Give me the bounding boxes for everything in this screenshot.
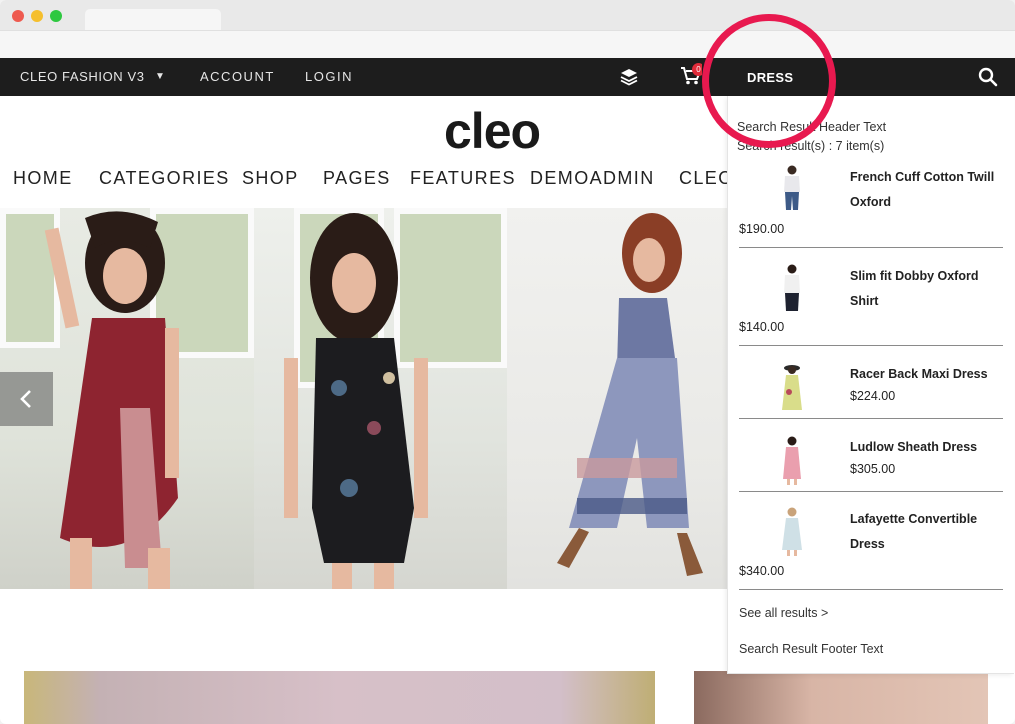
search-result-item[interactable]: Slim fit Dobby Oxford Shirt $140.00 bbox=[739, 261, 1003, 347]
result-divider bbox=[739, 589, 1003, 590]
product-name[interactable]: Slim fit Dobby Oxford Shirt bbox=[850, 264, 1000, 314]
product-name[interactable]: Racer Back Maxi Dress bbox=[850, 362, 1000, 387]
product-price: $224.00 bbox=[850, 389, 896, 403]
search-results-dropdown: Search Result Header Text Search result(… bbox=[727, 96, 1014, 674]
login-link[interactable]: LOGIN bbox=[305, 69, 353, 84]
product-price: $340.00 bbox=[739, 564, 785, 578]
chevron-left-icon bbox=[20, 390, 31, 408]
nav-item-categories[interactable]: CATEGORIES bbox=[99, 168, 230, 189]
search-result-item[interactable]: Racer Back Maxi Dress $224.00 bbox=[739, 358, 1003, 419]
product-thumbnail bbox=[784, 264, 800, 311]
nav-item-shop[interactable]: SHOP bbox=[242, 168, 299, 189]
maximize-window-button[interactable] bbox=[50, 10, 62, 22]
nav-item-pages[interactable]: PAGES bbox=[323, 168, 391, 189]
result-divider bbox=[739, 345, 1003, 346]
caret-down-icon[interactable]: ▼ bbox=[155, 71, 165, 82]
search-result-footer: Search Result Footer Text bbox=[739, 642, 884, 656]
product-name[interactable]: Ludlow Sheath Dress bbox=[850, 435, 1000, 460]
product-thumbnail bbox=[782, 365, 802, 410]
browser-tab[interactable] bbox=[85, 9, 221, 31]
hero-image-model-black-romper bbox=[254, 208, 507, 589]
hero-image-model-jumpsuit bbox=[507, 208, 727, 589]
banner-image-right[interactable] bbox=[694, 671, 988, 724]
search-result-item[interactable]: French Cuff Cotton Twill Oxford $190.00 bbox=[739, 162, 1003, 248]
banner-image-left[interactable] bbox=[24, 671, 655, 724]
nav-item-demoadmin[interactable]: DEMOADMIN bbox=[530, 168, 655, 189]
product-thumbnail bbox=[782, 507, 802, 556]
product-thumbnail bbox=[784, 165, 800, 210]
site-logo[interactable]: cleo bbox=[444, 108, 574, 154]
product-name[interactable]: French Cuff Cotton Twill Oxford bbox=[850, 165, 1000, 215]
minimize-window-button[interactable] bbox=[31, 10, 43, 22]
close-window-button[interactable] bbox=[12, 10, 24, 22]
browser-chrome bbox=[0, 0, 1015, 58]
search-result-item[interactable]: Ludlow Sheath Dress $305.00 bbox=[739, 431, 1003, 492]
product-price: $305.00 bbox=[850, 462, 896, 476]
result-divider bbox=[739, 418, 1003, 419]
nav-item-cleo[interactable]: CLEO bbox=[679, 168, 734, 189]
svg-text:cleo: cleo bbox=[444, 108, 540, 154]
slider-prev-button[interactable] bbox=[0, 372, 53, 426]
product-price: $190.00 bbox=[739, 222, 785, 236]
top-bar: CLEO FASHION V3 ▼ ACCOUNT LOGIN 0 bbox=[0, 58, 1015, 96]
store-switcher[interactable]: CLEO FASHION V3 bbox=[20, 69, 145, 84]
see-all-results-link[interactable]: See all results > bbox=[739, 606, 828, 620]
nav-item-home[interactable]: HOME bbox=[13, 168, 73, 189]
search-icon[interactable] bbox=[978, 67, 998, 87]
highlight-circle bbox=[702, 14, 836, 148]
account-link[interactable]: ACCOUNT bbox=[200, 69, 275, 84]
product-thumbnail bbox=[783, 436, 801, 485]
search-result-item[interactable]: Lafayette Convertible Dress $340.00 bbox=[739, 504, 1003, 590]
result-divider bbox=[739, 247, 1003, 248]
address-bar[interactable] bbox=[0, 30, 1015, 58]
nav-item-features[interactable]: FEATURES bbox=[410, 168, 516, 189]
hero-slider[interactable] bbox=[0, 208, 727, 589]
browser-window: CLEO FASHION V3 ▼ ACCOUNT LOGIN 0 cleo H… bbox=[0, 0, 1015, 724]
product-name[interactable]: Lafayette Convertible Dress bbox=[850, 507, 1000, 557]
product-price: $140.00 bbox=[739, 320, 785, 334]
layers-icon[interactable] bbox=[620, 68, 638, 86]
result-divider bbox=[739, 491, 1003, 492]
